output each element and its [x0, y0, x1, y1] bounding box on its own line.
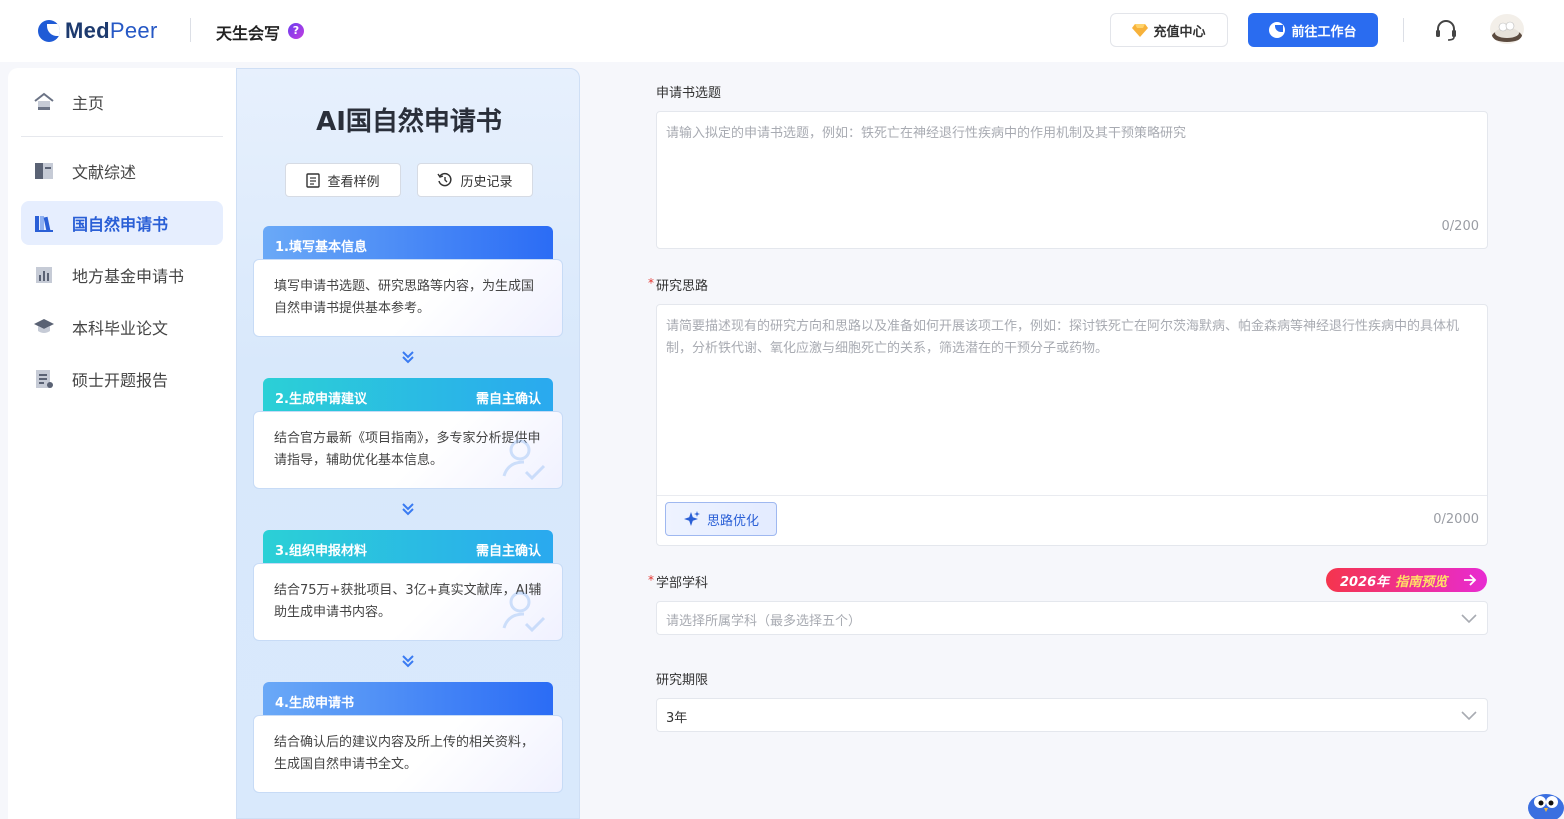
user-avatar[interactable] — [1490, 14, 1524, 44]
step-description: 结合官方最新《项目指南》，多专家分析提供申请指导，辅助优化基本信息。 — [253, 411, 563, 489]
headset-icon[interactable] — [1434, 18, 1458, 42]
recharge-button[interactable]: 充值中心 — [1110, 13, 1228, 47]
sidebar-item-home[interactable]: 主页 — [21, 80, 223, 124]
topic-placeholder: 请输入拟定的申请书选题，例如：铁死亡在神经退行性疾病中的作用机制及其干预策略研究 — [666, 126, 1187, 141]
panel-title: AI国自然申请书 — [316, 107, 502, 137]
idea-toolbar: 思路优化 0/2000 — [657, 495, 1487, 545]
topic-textarea[interactable]: 请输入拟定的申请书选题，例如：铁死亡在神经退行性疾病中的作用机制及其干预策略研究… — [656, 111, 1488, 249]
sidebar: 主页 文献综述 国自然申请书 地方基金申请书 本科毕业论文 硕士开题报告 — [8, 68, 236, 819]
sidebar-item-label: 国自然申请书 — [72, 215, 169, 234]
history-label: 历史记录 — [460, 174, 513, 190]
period-value: 3年 — [666, 711, 688, 726]
top-header: MedPeer 天生会写 ? 充值中心 前往工作台 — [0, 0, 1564, 62]
sidebar-divider — [21, 136, 223, 137]
optimize-label: 思路优化 — [706, 513, 759, 529]
library-icon — [33, 212, 55, 234]
medpeer-logo[interactable]: MedPeer — [38, 16, 158, 46]
step-confirm-tag: 需自主确认 — [475, 544, 541, 559]
period-select[interactable]: 3年 — [656, 698, 1488, 732]
guide-preview-badge[interactable]: 2026年 指南预览 — [1326, 568, 1487, 592]
help-icon[interactable]: ? — [288, 23, 304, 39]
topic-label: 申请书选题 — [656, 86, 722, 101]
scrollbar[interactable] — [1554, 62, 1564, 819]
sidebar-item-label: 硕士开题报告 — [72, 371, 169, 390]
history-icon — [437, 172, 453, 187]
sidebar-item-literature-review[interactable]: 文献综述 — [21, 149, 223, 193]
idea-textarea[interactable]: 请简要描述现有的研究方向和思路以及准备如何开展该项工作，例如：探讨铁死亡在阿尔茨… — [656, 304, 1488, 546]
report-icon — [33, 368, 55, 390]
app-name: 天生会写 — [216, 24, 281, 43]
workbench-label: 前往工作台 — [1291, 24, 1357, 40]
sidebar-item-master-proposal[interactable]: 硕士开题报告 — [21, 357, 223, 401]
discipline-label: * 学部学科 — [648, 573, 709, 591]
idea-counter: 0/2000 — [1433, 512, 1479, 527]
badge-year: 2026年 — [1340, 574, 1390, 590]
step-description: 结合75万+获批项目、3亿+真实文献库，AI辅助生成申请书内容。 — [253, 563, 563, 641]
step-confirm-tag: 需自主确认 — [475, 392, 541, 407]
sidebar-item-label: 文献综述 — [72, 163, 137, 182]
logo-text: MedPeer — [65, 18, 158, 43]
discipline-placeholder: 请选择所属学科（最多选择五个） — [666, 614, 862, 629]
discipline-select[interactable]: 请选择所属学科（最多选择五个） — [656, 601, 1488, 635]
document-icon — [306, 172, 321, 188]
idea-label: * 研究思路 — [648, 276, 709, 294]
user-check-icon — [502, 439, 546, 481]
step-description: 填写申请书选题、研究思路等内容，为生成国自然申请书提供基本参考。 — [253, 259, 563, 337]
sidebar-item-label: 主页 — [72, 94, 105, 113]
user-check-icon — [502, 591, 546, 633]
workbench-button[interactable]: 前往工作台 — [1248, 13, 1378, 47]
sidebar-item-undergrad-thesis[interactable]: 本科毕业论文 — [21, 305, 223, 349]
graduation-cap-icon — [33, 316, 55, 338]
bar-chart-icon — [33, 264, 55, 286]
recharge-label: 充值中心 — [1153, 24, 1206, 40]
chevron-double-down-icon — [402, 503, 414, 516]
sidebar-item-label: 本科毕业论文 — [72, 319, 169, 338]
header-divider — [1403, 18, 1404, 42]
sparkle-icon — [683, 511, 700, 526]
header-divider — [190, 18, 191, 42]
book-icon — [33, 160, 55, 182]
period-label: 研究期限 — [656, 673, 709, 688]
optimize-idea-button[interactable]: 思路优化 — [665, 502, 777, 536]
sidebar-item-nsfc-proposal[interactable]: 国自然申请书 — [21, 201, 223, 245]
sidebar-item-local-fund[interactable]: 地方基金申请书 — [21, 253, 223, 297]
diamond-icon — [1132, 24, 1149, 37]
step-description: 结合确认后的建议内容及所上传的相关资料，生成国自然申请书全文。 — [253, 715, 563, 793]
chevron-double-down-icon — [402, 351, 414, 364]
chevron-down-icon — [1461, 614, 1477, 624]
arrow-right-icon — [1464, 574, 1477, 586]
idea-placeholder: 请简要描述现有的研究方向和思路以及准备如何开展该项工作，例如：探讨铁死亡在阿尔茨… — [666, 319, 1460, 356]
sidebar-item-label: 地方基金申请书 — [72, 267, 185, 286]
badge-text: 指南预览 — [1395, 574, 1448, 590]
view-sample-button[interactable]: 查看样例 — [285, 163, 401, 197]
topic-counter: 0/200 — [1441, 219, 1479, 234]
steps-panel: AI国自然申请书 查看样例 历史记录 1.填写基本信息 填写申请书选题、研究思路… — [236, 68, 580, 819]
chevron-down-icon — [1461, 711, 1477, 721]
view-sample-label: 查看样例 — [327, 174, 380, 190]
chevron-double-down-icon — [402, 655, 414, 668]
history-button[interactable]: 历史记录 — [417, 163, 533, 197]
workbench-icon — [1269, 22, 1286, 38]
medpeer-logo-icon — [38, 20, 60, 42]
home-icon — [33, 91, 55, 113]
assistant-mascot-icon[interactable] — [1524, 784, 1564, 819]
